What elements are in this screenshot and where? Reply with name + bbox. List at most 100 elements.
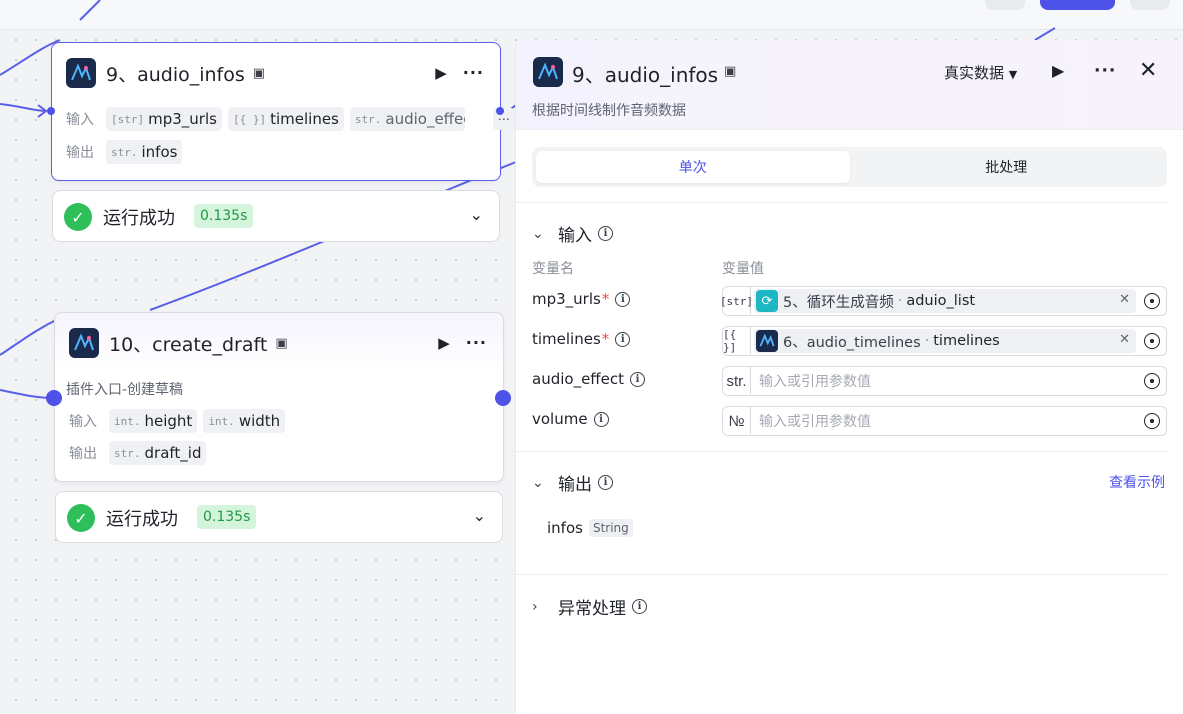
param-name: height bbox=[144, 412, 193, 430]
more-icon[interactable]: ··· bbox=[1094, 61, 1116, 81]
status-text: 运行成功 bbox=[103, 208, 175, 229]
play-icon[interactable]: ▶ bbox=[435, 64, 447, 82]
type-label: [str] bbox=[111, 112, 145, 126]
param-name: timelines bbox=[270, 110, 339, 128]
node-create-draft[interactable]: 10、create_draft ▣ ▶ ··· 插件入口-创建草稿 输入 int… bbox=[46, 312, 511, 482]
timelines-field[interactable]: [{ }] 6、audio_timelines · timelines ✕ bbox=[722, 326, 1167, 356]
volume-field[interactable]: № 输入或引用参数值 bbox=[722, 406, 1167, 436]
output-type-badge: String bbox=[588, 519, 633, 537]
chevron-down-icon[interactable]: ⌄ bbox=[470, 205, 483, 224]
node-title: 9、audio_infos bbox=[106, 63, 245, 86]
ref-separator: · bbox=[924, 333, 930, 349]
mp3-urls-field[interactable]: [str] ⟳ 5、循环生成音频 · aduio_list ✕ bbox=[720, 286, 1167, 316]
library-icon: ▣ bbox=[252, 65, 266, 81]
caret-down-icon: ▼ bbox=[1008, 68, 1018, 81]
play-icon[interactable]: ▶ bbox=[1052, 61, 1064, 80]
check-icon: ✓ bbox=[64, 203, 92, 231]
chevron-down-icon[interactable]: ⌄ bbox=[473, 506, 486, 525]
output-item: infos String bbox=[547, 519, 633, 537]
output-tag: str. infos bbox=[106, 140, 183, 164]
audio-effect-field[interactable]: str. 输入或引用参数值 bbox=[722, 366, 1167, 396]
error-section-header[interactable]: › 异常处理 i bbox=[532, 594, 647, 619]
status-time-badge: 0.135s bbox=[197, 505, 257, 529]
node-title: 10、create_draft bbox=[109, 333, 268, 356]
input-tag: int. width bbox=[203, 409, 286, 433]
section-title: 输出 bbox=[558, 475, 592, 495]
section-title: 异常处理 bbox=[558, 599, 626, 619]
param-name: timelines bbox=[532, 330, 601, 348]
tab-single[interactable]: 单次 bbox=[536, 151, 850, 183]
node-audio-infos[interactable]: 9、audio_infos ▣ ▶ ··· 输入 [str] mp3_urls [… bbox=[47, 42, 515, 181]
ref-var-name: aduio_list bbox=[906, 293, 976, 309]
input-section-header[interactable]: ⌄ 输入 i bbox=[532, 221, 613, 246]
chevron-down-icon: ⌄ bbox=[532, 225, 544, 242]
output-label: 输出 bbox=[69, 446, 97, 462]
realdata-dropdown[interactable]: 真实数据 ▼ bbox=[944, 62, 1017, 83]
ref-var-name: timelines bbox=[933, 333, 1000, 349]
target-icon[interactable] bbox=[1144, 413, 1160, 429]
type-label: int. bbox=[114, 414, 141, 428]
node-description: 插件入口-创建草稿 bbox=[66, 382, 184, 398]
input-tag: str.audio_effect bbox=[349, 107, 465, 131]
placeholder-text: 输入或引用参数值 bbox=[759, 374, 871, 390]
target-icon[interactable] bbox=[1144, 333, 1160, 349]
param-name: infos bbox=[141, 143, 178, 161]
input-label: 输入 bbox=[66, 112, 94, 128]
plugin-logo-icon bbox=[533, 57, 563, 87]
output-port[interactable] bbox=[496, 107, 504, 115]
node-output-row: 输出 str. draft_id bbox=[69, 441, 212, 465]
type-label: str. bbox=[723, 367, 751, 395]
plugin-logo-icon bbox=[66, 58, 96, 88]
node-header: 9、audio_infos ▣ bbox=[66, 57, 265, 89]
clear-icon[interactable]: ✕ bbox=[1119, 332, 1130, 347]
param-name: mp3_urls bbox=[148, 110, 217, 128]
node-header: 10、create_draft ▣ bbox=[69, 327, 288, 359]
run-status[interactable]: ✓ 运行成功 0.135s ⌄ bbox=[52, 190, 500, 242]
column-header-name: 变量名 bbox=[532, 261, 574, 277]
ref-separator: · bbox=[897, 293, 903, 309]
section-title: 输入 bbox=[558, 226, 592, 246]
target-icon[interactable] bbox=[1144, 373, 1160, 389]
input-port[interactable] bbox=[47, 107, 55, 115]
output-tag: str. draft_id bbox=[109, 441, 207, 465]
type-label: str. bbox=[114, 446, 141, 460]
realdata-label: 真实数据 bbox=[944, 64, 1005, 82]
node-detail-panel: 9、audio_infos ▣ 真实数据 ▼ ▶ ··· ✕ 根据时间线制作音频… bbox=[515, 40, 1183, 714]
type-label: str. bbox=[111, 145, 138, 159]
param-name: draft_id bbox=[144, 444, 202, 462]
placeholder-text: 输入或引用参数值 bbox=[759, 414, 871, 430]
run-status[interactable]: ✓ 运行成功 0.135s ⌄ bbox=[55, 491, 503, 543]
clear-icon[interactable]: ✕ bbox=[1119, 292, 1130, 307]
type-label: № bbox=[723, 407, 751, 435]
more-icon[interactable]: ··· bbox=[466, 333, 487, 352]
input-tag: int. height bbox=[109, 409, 198, 433]
more-icon[interactable]: ··· bbox=[463, 63, 484, 82]
node-output-row: 输出 str. infos bbox=[66, 140, 188, 164]
required-mark: * bbox=[601, 330, 610, 348]
play-icon[interactable]: ▶ bbox=[438, 334, 450, 352]
reference-chip[interactable]: ⟳ 5、循环生成音频 · aduio_list ✕ bbox=[754, 289, 1136, 313]
reference-chip[interactable]: 6、audio_timelines · timelines ✕ bbox=[754, 329, 1136, 353]
output-label: 输出 bbox=[66, 145, 94, 161]
library-icon: ▣ bbox=[275, 335, 288, 351]
param-label: audio_effect i bbox=[532, 370, 645, 388]
info-icon: i bbox=[630, 371, 645, 387]
param-name: audio_effect bbox=[385, 110, 465, 128]
panel-header: 9、audio_infos ▣ 真实数据 ▼ ▶ ··· ✕ 根据时间线制作音频… bbox=[516, 40, 1183, 130]
view-example-link[interactable]: 查看示例 bbox=[1109, 472, 1165, 492]
type-label: [{ }] bbox=[232, 112, 267, 126]
input-tag: [str] mp3_urls bbox=[106, 107, 222, 131]
type-label: str. bbox=[354, 112, 382, 126]
output-section-header[interactable]: ⌄ 输出 i bbox=[532, 470, 613, 495]
target-icon[interactable] bbox=[1144, 293, 1160, 309]
output-port[interactable] bbox=[495, 390, 511, 406]
ref-node-name: 5、循环生成音频 bbox=[783, 294, 894, 311]
param-name: width bbox=[238, 412, 281, 430]
type-label: [str] bbox=[720, 287, 753, 315]
tab-batch[interactable]: 批处理 bbox=[850, 151, 1164, 183]
status-time-badge: 0.135s bbox=[194, 204, 254, 228]
close-icon[interactable]: ✕ bbox=[1139, 58, 1157, 83]
info-icon: i bbox=[593, 411, 609, 427]
input-port[interactable] bbox=[46, 390, 62, 406]
param-name: volume bbox=[532, 410, 588, 428]
